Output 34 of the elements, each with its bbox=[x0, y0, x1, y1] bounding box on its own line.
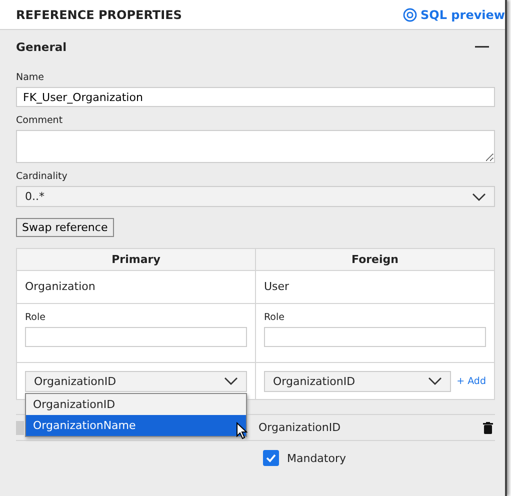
chevron-down-icon bbox=[224, 377, 238, 385]
dropdown-option[interactable]: OrganizationID bbox=[26, 394, 246, 415]
checkmark-icon bbox=[265, 453, 277, 463]
dropdown-option[interactable]: OrganizationName bbox=[26, 415, 246, 436]
drag-handle-icon[interactable] bbox=[16, 420, 24, 434]
role-field[interactable] bbox=[25, 327, 247, 347]
sql-preview-link[interactable]: SQL preview bbox=[402, 8, 505, 22]
trash-icon[interactable] bbox=[483, 422, 493, 434]
swap-reference-button[interactable]: Swap reference bbox=[16, 218, 114, 237]
panel-title: REFERENCE PROPERTIES bbox=[16, 8, 182, 22]
eye-icon bbox=[402, 8, 417, 22]
mandatory-checkbox[interactable] bbox=[263, 450, 279, 466]
collapse-icon[interactable] bbox=[475, 46, 489, 48]
field-label: Role bbox=[25, 312, 46, 323]
mapped-column: OrganizationID bbox=[258, 421, 341, 434]
table-cell-text: Organization bbox=[24, 279, 96, 295]
field-label: Role bbox=[264, 312, 286, 323]
name-field[interactable]: FK_User_Organization bbox=[16, 87, 495, 107]
foreign-column-select[interactable]: OrganizationID bbox=[264, 370, 451, 392]
field-label: Name bbox=[16, 72, 44, 83]
chevron-down-icon bbox=[472, 192, 486, 200]
table-cell: User bbox=[255, 271, 494, 303]
section-title: General bbox=[16, 40, 67, 54]
field-label: Cardinality bbox=[16, 171, 68, 182]
column-header: Primary bbox=[110, 252, 162, 268]
add-link[interactable]: + Add bbox=[456, 376, 486, 386]
chevron-down-icon bbox=[428, 377, 442, 385]
cardinality-select[interactable]: 0..* bbox=[16, 186, 495, 207]
primary-column-select[interactable]: OrganizationID bbox=[25, 370, 247, 392]
field-label: Comment bbox=[16, 115, 63, 126]
comment-field[interactable] bbox=[16, 130, 495, 163]
column-header: Foreign bbox=[255, 249, 494, 270]
role-field[interactable] bbox=[264, 327, 486, 347]
mandatory-label: Mandatory bbox=[287, 452, 346, 464]
